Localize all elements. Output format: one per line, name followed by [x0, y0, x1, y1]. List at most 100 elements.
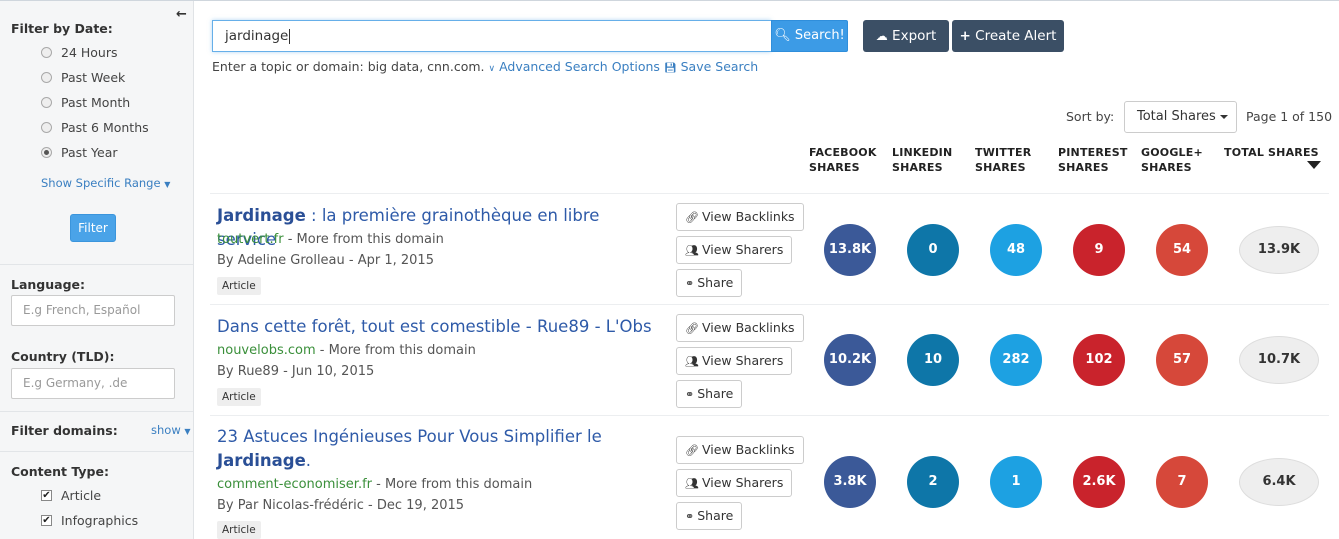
- collapse-sidebar-icon[interactable]: ←: [176, 7, 187, 22]
- result-domain-row: nouvelobs.com - More from this domain: [217, 343, 476, 358]
- caret-down-icon: ▼: [164, 180, 171, 189]
- caret-down-icon: [1219, 114, 1228, 119]
- more-from-domain-link[interactable]: - More from this domain: [372, 477, 532, 492]
- column-header-line: SHARES: [809, 161, 860, 174]
- facebook-shares-count: 3.8K: [824, 456, 876, 508]
- date-option-24-hours[interactable]: 24 Hours: [41, 44, 118, 60]
- date-option-past-month[interactable]: Past Month: [41, 94, 130, 110]
- radio-icon[interactable]: [41, 121, 52, 133]
- content-type-title: Content Type:: [11, 464, 109, 479]
- share-button[interactable]: ⚭ Share: [676, 380, 743, 408]
- divider: [0, 411, 193, 412]
- total-shares-count: 13.9K: [1239, 226, 1319, 274]
- caret-down-icon: ▼: [184, 427, 191, 436]
- date-option-past-week[interactable]: Past Week: [41, 69, 125, 85]
- result-title-link[interactable]: Dans cette forêt, tout est comestible - …: [217, 315, 657, 339]
- total-shares-count: 6.4K: [1239, 458, 1319, 506]
- share-icon: ⚭: [685, 388, 695, 401]
- column-header-line: GOOGLE+: [1141, 146, 1203, 159]
- advanced-search-link[interactable]: ∨ Advanced Search Options: [488, 59, 659, 74]
- sort-select[interactable]: Total Shares: [1124, 101, 1237, 133]
- create-alert-button[interactable]: + Create Alert: [952, 20, 1064, 52]
- result-domain-link[interactable]: toutvert.fr: [217, 232, 284, 247]
- twitter-shares-count: 48: [990, 224, 1042, 276]
- create-alert-label: Create Alert: [975, 28, 1057, 44]
- radio-checked-icon[interactable]: [41, 146, 52, 158]
- radio-icon[interactable]: [41, 46, 52, 58]
- link-icon: 🔗︎: [685, 444, 699, 457]
- view-backlinks-button[interactable]: 🔗︎ View Backlinks: [676, 203, 804, 231]
- pinterest-shares-count: 2.6K: [1073, 456, 1125, 508]
- language-input[interactable]: E.g French, Español: [11, 295, 175, 326]
- top-border: [0, 0, 1339, 1]
- share-button[interactable]: ⚭ Share: [676, 269, 743, 297]
- column-header-line: TOTAL SHARES: [1224, 146, 1319, 159]
- export-button[interactable]: ☁ Export: [863, 20, 949, 52]
- share-label: Share: [697, 508, 734, 523]
- sidebar: ← Filter by Date: 24 Hours Past Week Pas…: [0, 1, 194, 539]
- country-input[interactable]: E.g Germany, .de: [11, 368, 175, 399]
- view-sharers-button[interactable]: 👥︎ View Sharers: [676, 469, 793, 497]
- show-label: show: [151, 423, 181, 437]
- search-hint: Enter a topic or domain: big data, cnn.c…: [212, 59, 485, 74]
- column-header-facebook[interactable]: FACEBOOK SHARES: [809, 145, 877, 175]
- show-specific-range-label: Show Specific Range: [41, 176, 161, 190]
- title-highlight: Jardinage: [217, 206, 306, 225]
- column-header-pinterest[interactable]: PINTEREST SHARES: [1058, 145, 1128, 175]
- title-text: 23 Astuces Ingénieuses Pour Vous Simplif…: [217, 427, 602, 446]
- row-divider: [210, 304, 1329, 305]
- filter-button[interactable]: Filter: [70, 214, 116, 242]
- row-divider: [210, 415, 1329, 416]
- facebook-shares-count: 10.2K: [824, 334, 876, 386]
- column-header-total[interactable]: TOTAL SHARES: [1224, 145, 1319, 160]
- checkbox-checked-icon[interactable]: ✔: [41, 514, 52, 526]
- show-specific-range-link[interactable]: Show Specific Range ▼: [41, 176, 170, 190]
- checkbox-checked-icon[interactable]: ✔: [41, 489, 52, 501]
- column-header-googleplus[interactable]: GOOGLE+ SHARES: [1141, 145, 1203, 175]
- date-option-past-year[interactable]: Past Year: [41, 144, 118, 160]
- filter-by-date-title: Filter by Date:: [11, 21, 113, 36]
- twitter-shares-count: 282: [990, 334, 1042, 386]
- result-title-link[interactable]: 23 Astuces Ingénieuses Pour Vous Simplif…: [217, 425, 657, 473]
- column-header-line: SHARES: [975, 161, 1026, 174]
- view-backlinks-label: View Backlinks: [701, 209, 795, 224]
- content-type-infographics[interactable]: ✔ Infographics: [41, 512, 138, 528]
- divider: [0, 451, 193, 452]
- radio-icon[interactable]: [41, 71, 52, 83]
- search-button-label: Search!: [794, 28, 845, 43]
- result-domain-link[interactable]: nouvelobs.com: [217, 343, 316, 358]
- content-type-article[interactable]: ✔ Article: [41, 487, 101, 503]
- view-backlinks-label: View Backlinks: [701, 320, 795, 335]
- save-search-link[interactable]: 💾︎ Save Search: [664, 59, 758, 74]
- search-icon: 🔍︎: [774, 28, 791, 43]
- column-header-linkedin[interactable]: LINKEDIN SHARES: [892, 145, 952, 175]
- date-option-past-6-months[interactable]: Past 6 Months: [41, 119, 149, 135]
- share-label: Share: [697, 275, 734, 290]
- share-button[interactable]: ⚭ Share: [676, 502, 743, 530]
- column-header-twitter[interactable]: TWITTER SHARES: [975, 145, 1031, 175]
- radio-icon[interactable]: [41, 96, 52, 108]
- more-from-domain-link[interactable]: - More from this domain: [316, 343, 476, 358]
- column-header-line: SHARES: [1141, 161, 1192, 174]
- users-icon: 👥︎: [685, 477, 699, 490]
- facebook-shares-count: 13.8K: [824, 224, 876, 276]
- column-header-line: LINKEDIN: [892, 146, 953, 159]
- title-text: .: [305, 451, 312, 470]
- view-backlinks-button[interactable]: 🔗︎ View Backlinks: [676, 436, 804, 464]
- column-header-line: FACEBOOK: [809, 146, 877, 159]
- view-sharers-button[interactable]: 👥︎ View Sharers: [676, 236, 793, 264]
- content-type-badge: Article: [217, 277, 261, 295]
- filter-domains-show-link[interactable]: show ▼: [151, 423, 191, 437]
- title-highlight: Jardinage: [217, 451, 306, 470]
- search-button[interactable]: 🔍︎ Search!: [771, 20, 848, 52]
- sort-desc-icon[interactable]: [1307, 161, 1321, 169]
- view-sharers-button[interactable]: 👥︎ View Sharers: [676, 347, 793, 375]
- more-from-domain-link[interactable]: - More from this domain: [284, 232, 444, 247]
- search-input[interactable]: jardinage: [212, 20, 771, 52]
- view-backlinks-button[interactable]: 🔗︎ View Backlinks: [676, 314, 804, 342]
- link-icon: 🔗︎: [685, 211, 699, 224]
- users-icon: 👥︎: [685, 244, 699, 257]
- share-label: Share: [697, 386, 734, 401]
- view-sharers-label: View Sharers: [701, 242, 784, 257]
- result-domain-link[interactable]: comment-economiser.fr: [217, 477, 372, 492]
